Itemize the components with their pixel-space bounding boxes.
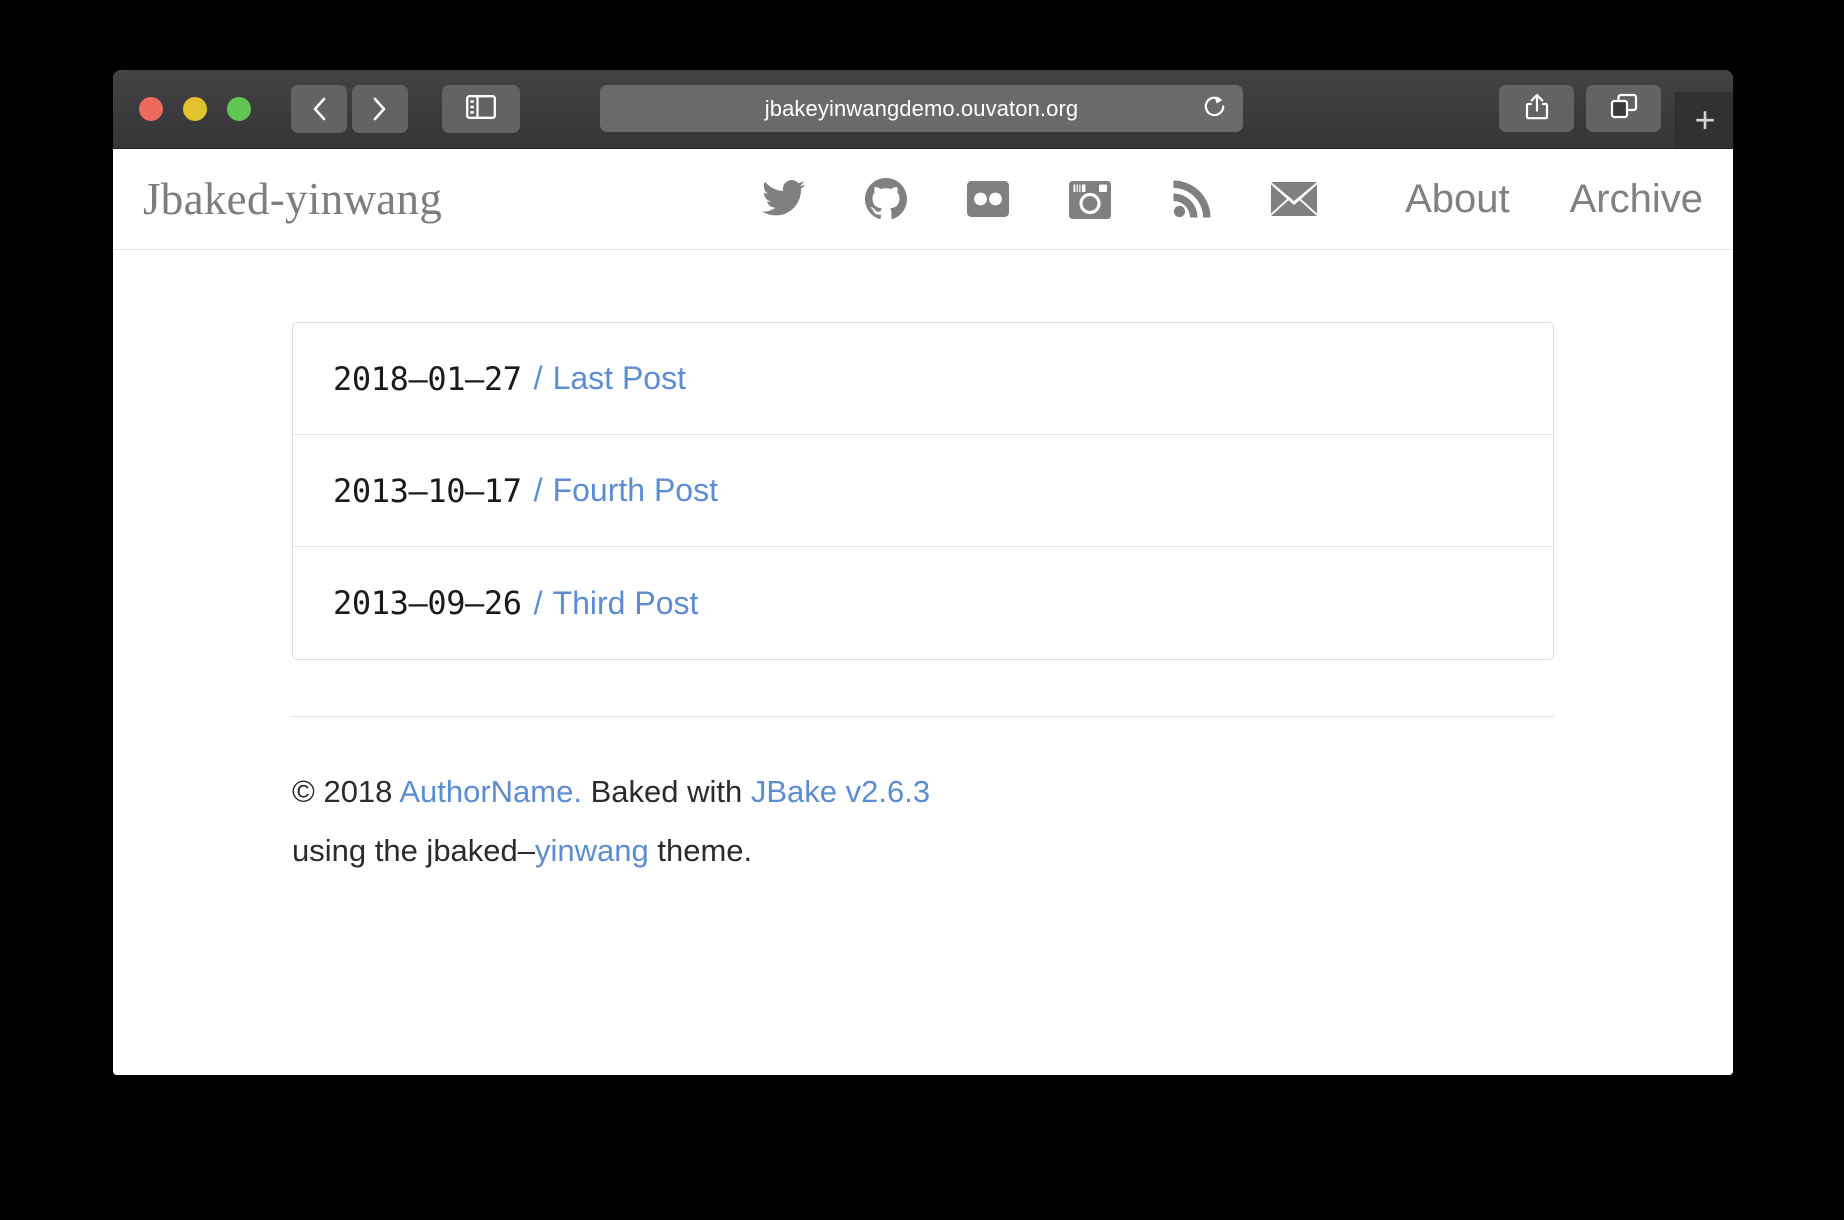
footer-theme-prefix: using the jbaked–: [292, 832, 536, 868]
nav-link-about[interactable]: About: [1405, 177, 1510, 222]
post-title-link[interactable]: Fourth Post: [553, 472, 718, 509]
new-tab-label: +: [1694, 99, 1716, 140]
page-content: Jbaked-yinwang About Archive 2018–01–27 …: [113, 149, 1733, 1075]
nav-link-archive[interactable]: Archive: [1570, 177, 1703, 222]
post-title-link[interactable]: Last Post: [553, 360, 686, 397]
author-link[interactable]: AuthorName.: [399, 774, 582, 809]
flickr-icon[interactable]: [962, 176, 1014, 222]
reload-icon: [1201, 93, 1228, 125]
zoom-window-button[interactable]: [227, 97, 251, 121]
instagram-icon[interactable]: [1064, 176, 1116, 222]
navigation-buttons: [291, 85, 408, 133]
post-date: 2018–01–27: [333, 359, 522, 398]
footer-line-copyright: © 2018 AuthorName. Baked with JBake v2.6…: [292, 763, 1554, 822]
sidebar-toggle-button[interactable]: [442, 85, 520, 133]
post-separator: /: [533, 472, 543, 508]
post-title-link[interactable]: Third Post: [553, 585, 699, 622]
chevron-right-icon: [373, 97, 387, 121]
footer-line-theme: using the jbaked–yinwang theme.: [292, 822, 1554, 881]
twitter-icon[interactable]: [758, 176, 810, 222]
theme-link[interactable]: yinwang: [535, 833, 649, 868]
footer-theme-suffix: theme.: [648, 832, 753, 868]
post-date: 2013–10–17: [333, 471, 522, 510]
browser-window: jbakeyinwangdemo.ouvaton.org + Jbaked-yi…: [113, 70, 1733, 1075]
chevron-left-icon: [312, 97, 326, 121]
window-controls: [139, 97, 251, 121]
post-list-item[interactable]: 2013–09–26 / Third Post: [293, 547, 1553, 659]
url-text: jbakeyinwangdemo.ouvaton.org: [764, 95, 1079, 121]
jbake-link[interactable]: JBake v2.6.3: [751, 774, 930, 809]
address-bar[interactable]: jbakeyinwangdemo.ouvaton.org: [600, 85, 1243, 132]
tab-overview-button[interactable]: [1586, 85, 1661, 132]
screen: jbakeyinwangdemo.ouvaton.org + Jbaked-yi…: [0, 0, 1844, 1220]
post-date: 2013–09–26: [333, 584, 522, 622]
email-icon[interactable]: [1268, 176, 1320, 222]
new-tab-button[interactable]: +: [1675, 92, 1733, 148]
footer-copyright-prefix: © 2018: [292, 774, 400, 809]
sidebar-icon: [466, 94, 496, 124]
minimize-window-button[interactable]: [183, 97, 207, 121]
share-button[interactable]: [1499, 85, 1574, 132]
site-nav: About Archive: [733, 176, 1703, 222]
post-separator: /: [533, 584, 543, 621]
forward-button[interactable]: [352, 85, 408, 133]
back-button[interactable]: [291, 85, 347, 133]
post-list-item[interactable]: 2018–01–27 / Last Post: [293, 323, 1553, 435]
github-icon[interactable]: [860, 176, 912, 222]
tab-overview-icon: [1610, 93, 1638, 124]
post-list: 2018–01–27 / Last Post 2013–10–17 / Four…: [292, 322, 1554, 660]
site-footer: © 2018 AuthorName. Baked with JBake v2.6…: [292, 717, 1554, 881]
site-header: Jbaked-yinwang About Archive: [113, 149, 1733, 250]
rss-icon[interactable]: [1166, 176, 1218, 222]
toolbar-right-buttons: [1499, 85, 1661, 132]
close-window-button[interactable]: [139, 97, 163, 121]
footer-baked-with-text: Baked with: [581, 774, 751, 809]
browser-toolbar: jbakeyinwangdemo.ouvaton.org +: [113, 70, 1733, 149]
site-title: Jbaked-yinwang: [143, 174, 443, 224]
share-icon: [1525, 93, 1549, 125]
post-separator: /: [533, 360, 543, 396]
post-list-item[interactable]: 2013–10–17 / Fourth Post: [293, 435, 1553, 547]
reload-button[interactable]: [1199, 94, 1229, 124]
